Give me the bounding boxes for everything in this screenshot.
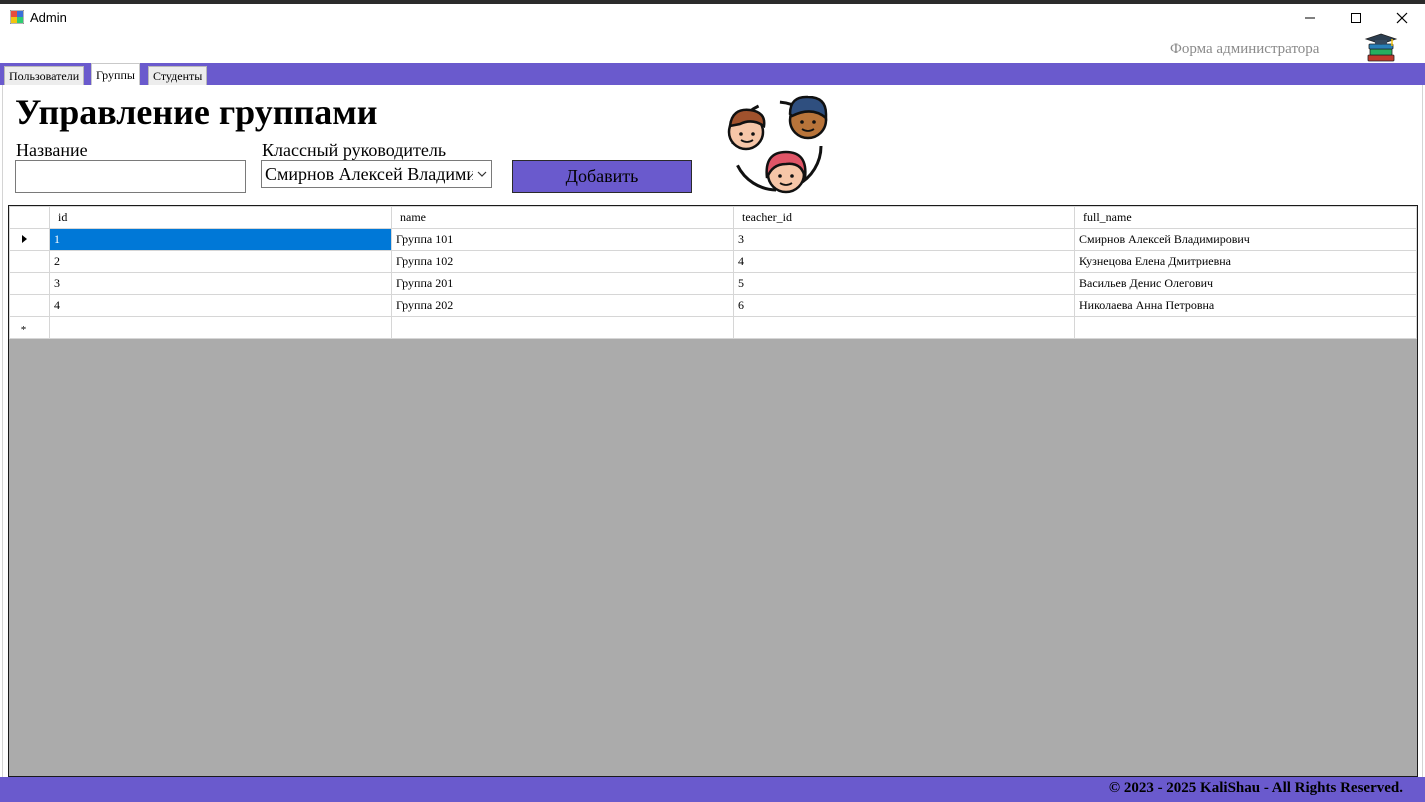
table-cell[interactable]: 3 [49,272,392,295]
column-header-name[interactable]: name [391,206,734,229]
chevron-down-icon [477,171,487,177]
face-right [788,95,828,140]
window-title: Admin [30,10,67,25]
table-row[interactable]: 1 Группа 101 3 Смирнов Алексей Владимиро… [9,228,1417,251]
copyright-text: © 2023 - 2025 KaliShau - All Rights Rese… [1108,780,1403,796]
row-header[interactable] [9,272,50,295]
table-cell[interactable] [1074,316,1417,339]
teacher-select-value: Смирнов Алексей Владимирович [265,164,473,184]
books-graduation-cap-icon [1364,33,1398,62]
group-name-input[interactable] [15,160,246,193]
new-row-marker: * [20,324,27,336]
table-cell[interactable] [733,316,1075,339]
table-cell[interactable]: 2 [49,250,392,273]
column-header-teacher-id[interactable]: teacher_id [733,206,1075,229]
add-group-button[interactable]: Добавить [512,160,692,193]
teacher-label: Классный руководитель [262,140,447,160]
row-header[interactable]: * [9,316,50,339]
table-cell[interactable] [49,316,392,339]
window-titlebar[interactable]: Admin [0,4,1425,32]
table-cell[interactable]: Группа 201 [391,272,734,295]
table-cell[interactable]: 6 [733,294,1075,317]
groups-data-grid[interactable]: id name teacher_id full_name 1 Группа 10… [8,205,1418,777]
table-cell[interactable]: Васильев Денис Олегович [1074,272,1417,295]
table-cell[interactable]: Группа 202 [391,294,734,317]
maximize-button[interactable] [1333,4,1379,32]
row-header[interactable] [9,228,50,251]
row-header-corner[interactable] [9,206,50,229]
tab-groups[interactable]: Группы [91,63,140,86]
teacher-select[interactable]: Смирнов Алексей Владимирович [261,160,492,188]
face-left [727,108,766,151]
footer-bar: © 2023 - 2025 KaliShau - All Rights Rese… [0,777,1425,802]
current-row-arrow-icon [22,235,27,243]
table-cell[interactable]: Группа 102 [391,250,734,273]
table-cell[interactable]: 5 [733,272,1075,295]
close-icon [1396,12,1408,24]
table-cell[interactable] [391,316,734,339]
app-icon [10,10,24,24]
tab-users[interactable]: Пользователи [4,66,85,85]
table-cell[interactable]: Кузнецова Елена Дмитриевна [1074,250,1417,273]
page-title: Управление группами [15,92,378,132]
table-cell[interactable]: Николаева Анна Петровна [1074,294,1417,317]
column-header-full-name[interactable]: full_name [1074,206,1417,229]
table-cell[interactable]: Группа 101 [391,228,734,251]
table-row[interactable]: 2 Группа 102 4 Кузнецова Елена Дмитриевн… [9,250,1417,273]
tab-students[interactable]: Студенты [148,66,208,85]
table-cell[interactable]: 1 [49,228,392,251]
row-header[interactable] [9,294,50,317]
admin-form-label: Форма администратора [1170,41,1320,57]
row-header[interactable] [9,250,50,273]
table-cell[interactable]: 4 [733,250,1075,273]
table-cell[interactable]: 4 [49,294,392,317]
table-cell[interactable]: Смирнов Алексей Владимирович [1074,228,1417,251]
new-row[interactable]: * [9,316,1417,339]
table-row[interactable]: 3 Группа 201 5 Васильев Денис Олегович [9,272,1417,295]
maximize-icon [1351,13,1361,23]
minimize-button[interactable] [1287,4,1333,32]
face-bottom [765,150,807,194]
name-label: Название [16,140,88,160]
minimize-icon [1305,17,1315,19]
table-cell[interactable]: 3 [733,228,1075,251]
close-button[interactable] [1379,4,1425,32]
people-group-icon [727,95,828,194]
table-row[interactable]: 4 Группа 202 6 Николаева Анна Петровна [9,294,1417,317]
tab-strip [0,63,1425,85]
groups-table: id name teacher_id full_name 1 Группа 10… [9,206,1417,339]
table-header-row: id name teacher_id full_name [9,206,1417,229]
column-header-id[interactable]: id [49,206,392,229]
